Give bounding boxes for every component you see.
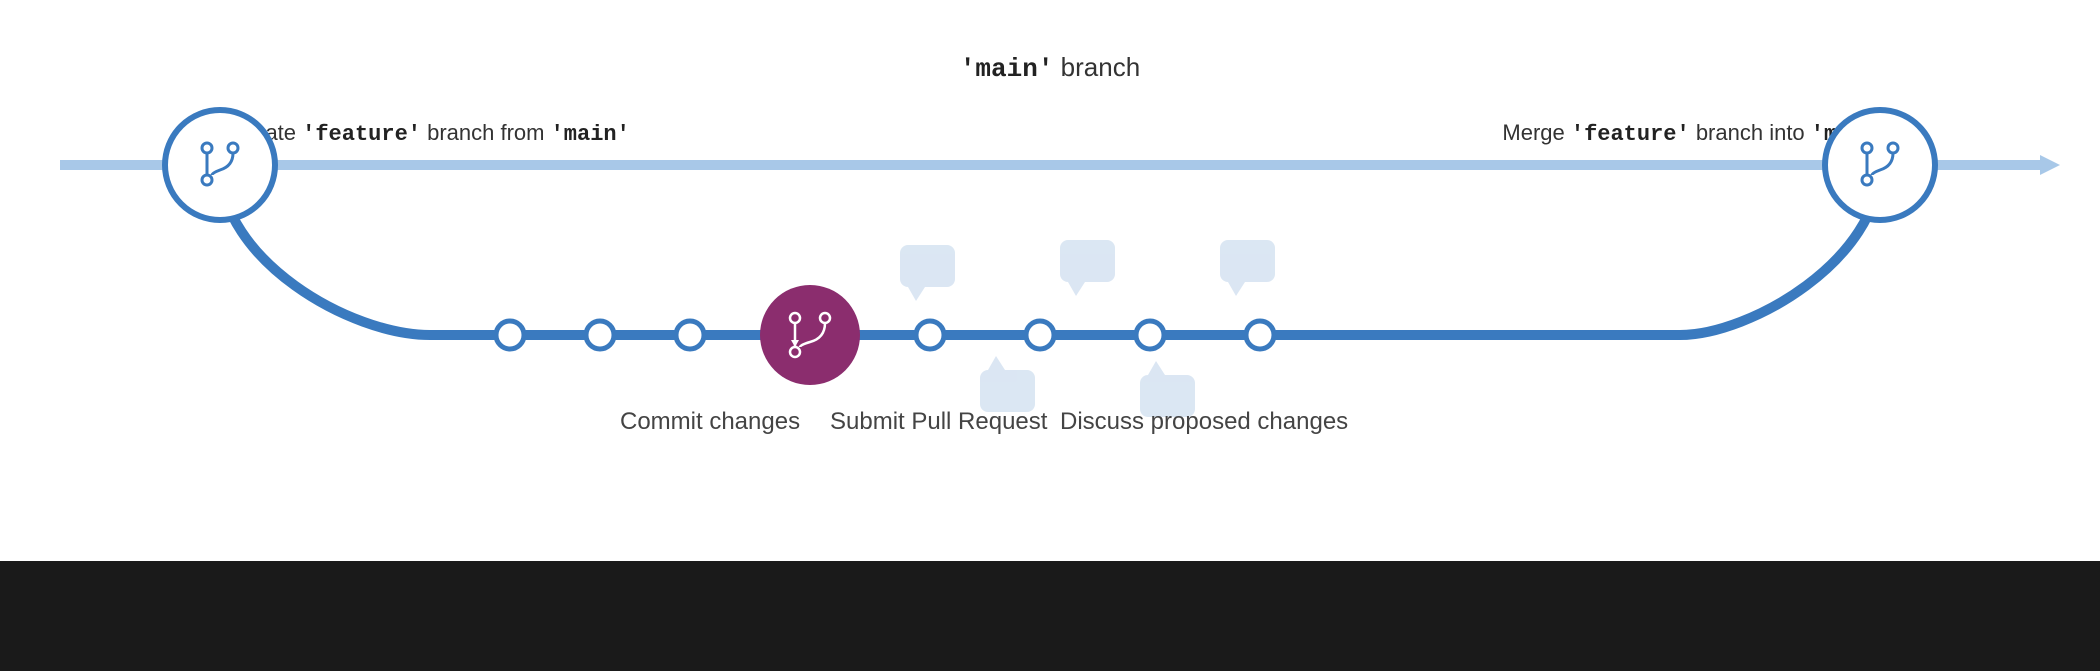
diagram-svg (0, 0, 2100, 560)
diagram-area: 'main' branch Create 'feature' branch fr… (0, 0, 2100, 561)
bottom-bar (0, 561, 2100, 671)
comment-bubble-3 (1060, 240, 1115, 296)
commit-changes-label: Commit changes (620, 408, 800, 436)
comment-bubble-2 (980, 356, 1035, 412)
submit-pr-label: Submit Pull Request (830, 408, 1047, 436)
comment-bubble-5 (1220, 240, 1275, 296)
discuss-label: Discuss proposed changes (1060, 408, 1348, 436)
comment-bubble-1 (900, 245, 955, 301)
